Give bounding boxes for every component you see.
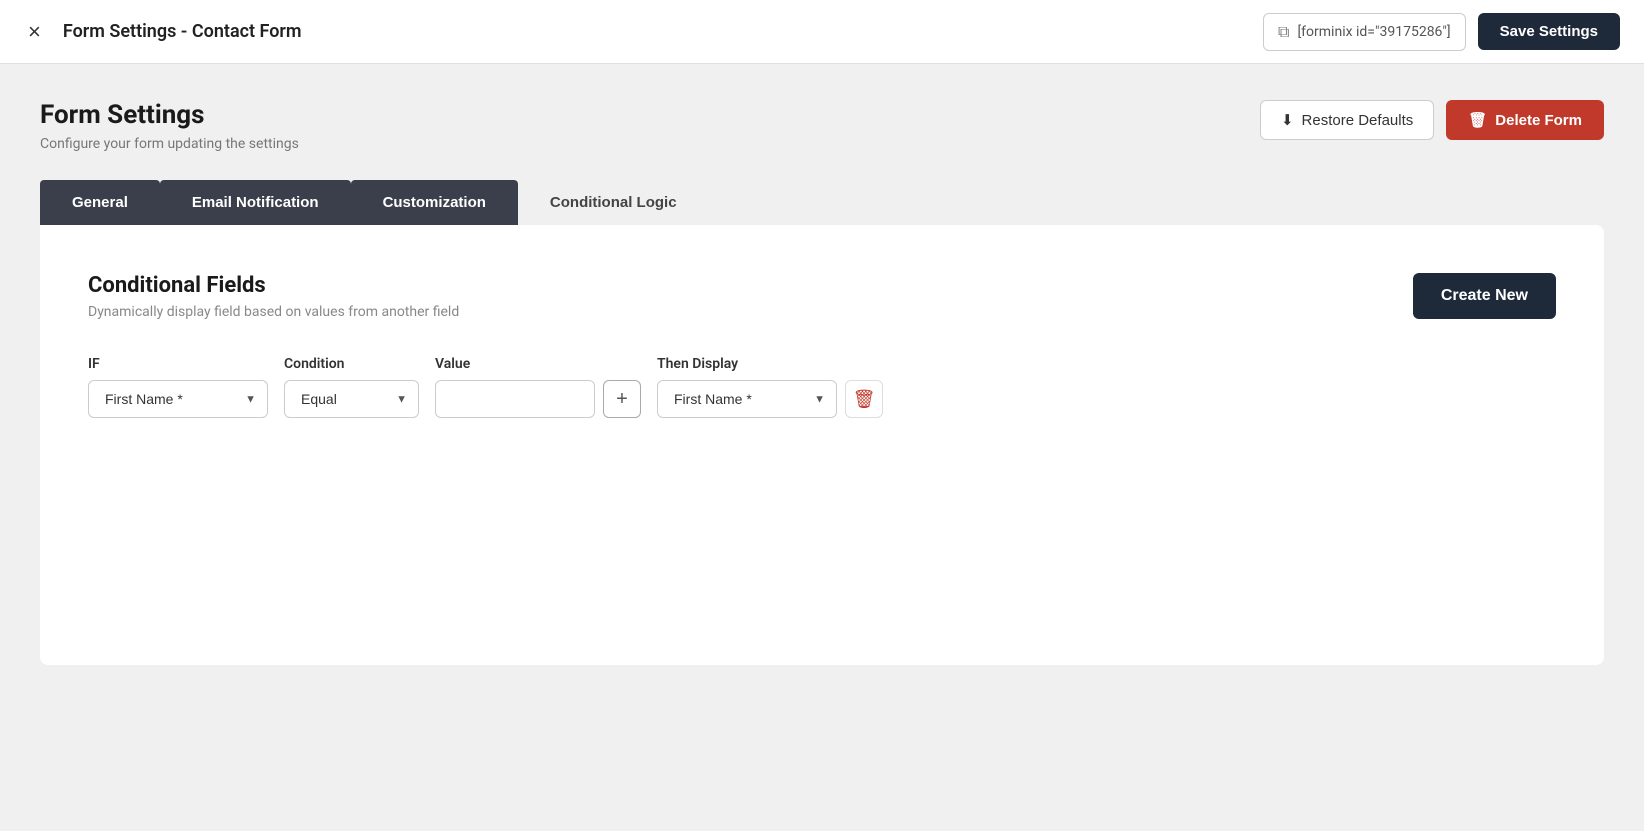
then-display-select-wrapper: First Name * Last Name * Email * Message [657, 380, 837, 418]
shortcode-text: [forminix id="39175286"] [1297, 24, 1450, 40]
header-title: Form Settings - Contact Form [63, 21, 302, 42]
condition-label: Condition [284, 356, 419, 372]
tab-customization[interactable]: Customization [351, 180, 518, 225]
restore-defaults-button[interactable]: ⬇ Restore Defaults [1260, 100, 1434, 140]
section-header-left: Conditional Fields Dynamically display f… [88, 273, 459, 320]
delete-row-button[interactable]: 🗑 [845, 380, 883, 418]
value-input[interactable] [435, 380, 595, 418]
restore-label: Restore Defaults [1302, 112, 1414, 129]
shortcode-box[interactable]: ⧉ [forminix id="39175286"] [1263, 13, 1466, 51]
top-header: × Form Settings - Contact Form ⧉ [formin… [0, 0, 1644, 64]
page-subtitle: Configure your form updating the setting… [40, 136, 299, 152]
tab-general[interactable]: General [40, 180, 160, 225]
then-display-label: Then Display [657, 356, 883, 372]
section-subtitle: Dynamically display field based on value… [88, 304, 459, 320]
content-panel: Conditional Fields Dynamically display f… [40, 225, 1604, 665]
copy-icon: ⧉ [1278, 22, 1289, 42]
section-title: Conditional Fields [88, 273, 459, 298]
trash-icon: 🗑 [1468, 111, 1487, 129]
then-display-row: First Name * Last Name * Email * Message… [657, 380, 883, 418]
tab-email-notification[interactable]: Email Notification [160, 180, 351, 225]
then-display-select[interactable]: First Name * Last Name * Email * Message [657, 380, 837, 418]
page-header: Form Settings Configure your form updati… [40, 100, 1604, 152]
create-new-button[interactable]: Create New [1413, 273, 1556, 319]
page-title: Form Settings [40, 100, 299, 130]
value-column: Value + [435, 356, 641, 418]
if-select[interactable]: First Name * Last Name * Email * Message [88, 380, 268, 418]
condition-column: Condition Equal Not Equal Contains Not C… [284, 356, 419, 418]
if-label: IF [88, 356, 268, 372]
close-button[interactable]: × [24, 17, 45, 47]
if-select-wrapper: First Name * Last Name * Email * Message [88, 380, 268, 418]
header-right: ⧉ [forminix id="39175286"] Save Settings [1263, 13, 1620, 51]
then-display-column: Then Display First Name * Last Name * Em… [657, 356, 883, 418]
conditional-fields-header: Conditional Fields Dynamically display f… [88, 273, 1556, 320]
page-header-right: ⬇ Restore Defaults 🗑 Delete Form [1260, 100, 1604, 140]
delete-label: Delete Form [1495, 112, 1582, 129]
condition-select-wrapper: Equal Not Equal Contains Not Contains [284, 380, 419, 418]
rule-row: IF First Name * Last Name * Email * Mess… [88, 356, 1556, 418]
tabs-bar: General Email Notification Customization… [40, 180, 1604, 225]
if-column: IF First Name * Last Name * Email * Mess… [88, 356, 268, 418]
restore-icon: ⬇ [1281, 111, 1294, 129]
add-value-button[interactable]: + [603, 380, 641, 418]
tab-conditional-logic[interactable]: Conditional Logic [518, 180, 709, 225]
condition-select[interactable]: Equal Not Equal Contains Not Contains [284, 380, 419, 418]
save-settings-button[interactable]: Save Settings [1478, 13, 1620, 50]
delete-form-button[interactable]: 🗑 Delete Form [1446, 100, 1604, 140]
page-header-left: Form Settings Configure your form updati… [40, 100, 299, 152]
header-left: × Form Settings - Contact Form [24, 17, 302, 47]
main-content: Form Settings Configure your form updati… [0, 64, 1644, 831]
value-label: Value [435, 356, 641, 372]
